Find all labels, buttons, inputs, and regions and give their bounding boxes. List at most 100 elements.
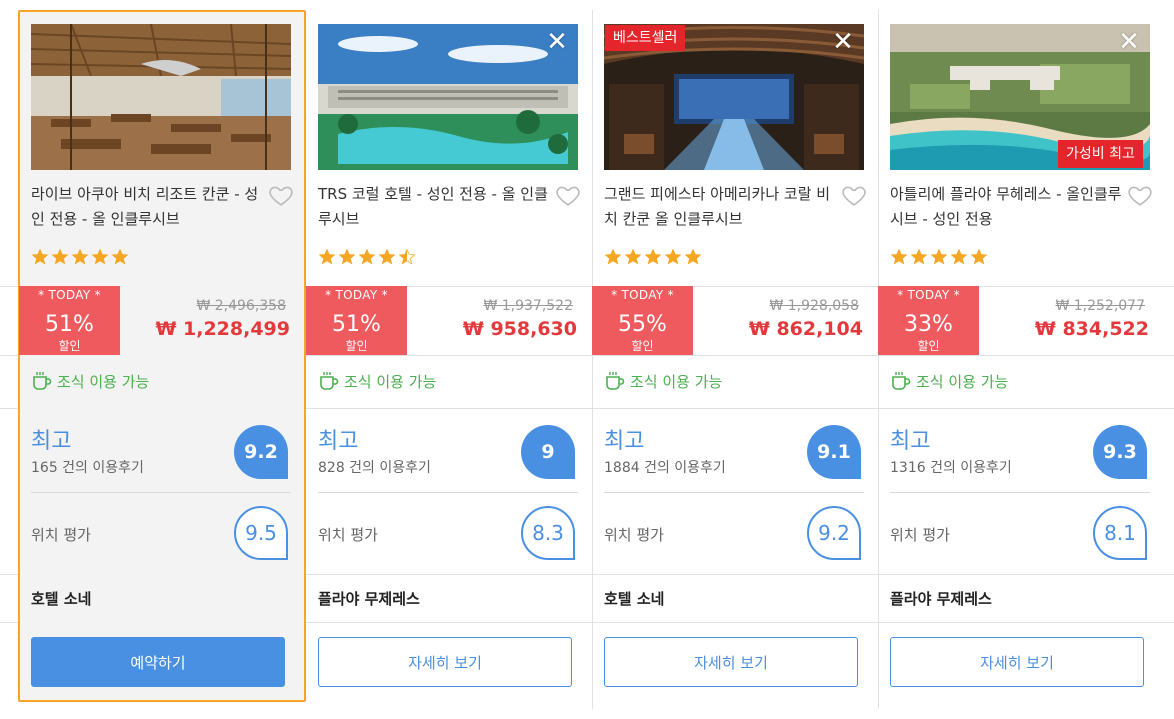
hotel-photo[interactable]	[318, 24, 578, 170]
original-price: ₩ 1,928,058	[769, 298, 859, 314]
heart-icon[interactable]	[555, 182, 581, 208]
star-icon	[91, 248, 109, 265]
star-icon	[111, 248, 129, 265]
location-label: 위치 평가	[318, 526, 378, 544]
rating-word[interactable]: 최고	[31, 423, 71, 455]
location-score-badge: 9.5	[233, 505, 289, 561]
location-score-value: 8.1	[1104, 521, 1136, 545]
discount-label: 할인	[345, 339, 368, 353]
star-icon	[338, 248, 356, 265]
hotel-name[interactable]: 라이브 아쿠아 비치 리조트 칸쿤 - 성인 전용 - 올 인클루시브	[31, 182, 263, 232]
review-count[interactable]: 828 건의 이용후기	[318, 457, 431, 477]
heart-icon[interactable]	[841, 182, 867, 208]
star-rating	[604, 248, 702, 270]
deal-badge: * TODAY * 55% 할인	[592, 286, 693, 355]
star-icon	[318, 248, 336, 265]
area-name: 호텔 소네	[31, 590, 92, 608]
rating-word[interactable]: 최고	[890, 423, 930, 455]
deal-tag: * TODAY *	[897, 288, 960, 302]
coffee-cup-icon	[31, 371, 53, 391]
discount-percent: 33%	[904, 312, 953, 337]
hotel-name[interactable]: 그랜드 피에스타 아메리카나 코랄 비치 칸쿤 올 인클루시브	[604, 182, 836, 232]
book-button[interactable]: 예약하기	[31, 637, 285, 687]
hotel-comparison: 라이브 아쿠아 비치 리조트 칸쿤 - 성인 전용 - 올 인클루시브 * TO…	[0, 0, 1174, 719]
sale-price: ₩ 958,630	[462, 318, 577, 340]
location-label: 위치 평가	[604, 526, 664, 544]
deal-tag: * TODAY *	[611, 288, 674, 302]
star-icon	[930, 248, 948, 265]
heart-icon[interactable]	[1127, 182, 1153, 208]
hotel-photo[interactable]	[31, 24, 291, 170]
score-value: 9	[541, 441, 555, 463]
star-icon	[970, 248, 988, 265]
area-name: 플라야 무제레스	[890, 590, 992, 608]
star-icon	[398, 248, 416, 265]
details-button[interactable]: 자세히 보기	[890, 637, 1144, 687]
close-icon[interactable]: ✕	[831, 29, 855, 55]
score-value: 9.1	[817, 441, 851, 463]
breakfast-info: 조식 이용 가능	[890, 368, 1008, 394]
star-icon	[604, 248, 622, 265]
discount-percent: 55%	[618, 312, 667, 337]
breakfast-info: 조식 이용 가능	[31, 368, 149, 394]
rating-word[interactable]: 최고	[318, 423, 358, 455]
star-icon	[378, 248, 396, 265]
coffee-cup-icon	[604, 371, 626, 391]
details-button[interactable]: 자세히 보기	[318, 637, 572, 687]
star-icon	[71, 248, 89, 265]
hotel-card[interactable]: 베스트셀러 ✕ 그랜드 피에스타 아메리카나 코랄 비치 칸쿤 올 인클루시브 …	[592, 0, 878, 719]
heart-icon[interactable]	[268, 182, 294, 208]
column-divider	[592, 10, 593, 709]
details-button[interactable]: 자세히 보기	[604, 637, 858, 687]
breakfast-label: 조식 이용 가능	[344, 372, 437, 391]
discount-label: 할인	[631, 339, 654, 353]
hotel-name[interactable]: TRS 코럴 호텔 - 성인 전용 - 올 인클루시브	[318, 182, 550, 232]
area-name: 플라야 무제레스	[318, 590, 420, 608]
score-badge: 9	[520, 424, 576, 480]
discount-label: 할인	[917, 339, 940, 353]
score-value: 9.3	[1103, 441, 1137, 463]
coffee-cup-icon	[890, 371, 912, 391]
score-badge: 9.2	[233, 424, 289, 480]
review-count[interactable]: 1884 건의 이용후기	[604, 457, 726, 477]
star-icon	[51, 248, 69, 265]
close-icon[interactable]: ✕	[545, 29, 569, 55]
area-name: 호텔 소네	[604, 590, 665, 608]
original-price: ₩ 2,496,358	[196, 298, 286, 314]
divider	[890, 492, 1150, 493]
discount-percent: 51%	[332, 312, 381, 337]
discount-label: 할인	[58, 339, 81, 353]
rating-word[interactable]: 최고	[604, 423, 644, 455]
deal-tag: * TODAY *	[38, 288, 101, 302]
breakfast-label: 조식 이용 가능	[57, 372, 150, 391]
star-icon	[664, 248, 682, 265]
hotel-name[interactable]: 아틀리에 플라야 무헤레스 - 올인클루시브 - 성인 전용	[890, 182, 1122, 232]
column-divider	[878, 10, 879, 709]
divider	[31, 492, 291, 493]
location-label: 위치 평가	[890, 526, 950, 544]
breakfast-info: 조식 이용 가능	[318, 368, 436, 394]
breakfast-info: 조식 이용 가능	[604, 368, 722, 394]
review-count[interactable]: 165 건의 이용후기	[31, 457, 144, 477]
deal-badge: * TODAY * 51% 할인	[306, 286, 407, 355]
close-icon[interactable]: ✕	[1117, 29, 1141, 55]
location-score-value: 9.2	[818, 521, 850, 545]
hotel-card[interactable]: 가성비 최고 ✕ 아틀리에 플라야 무헤레스 - 올인클루시브 - 성인 전용 …	[878, 0, 1164, 719]
sale-price: ₩ 834,522	[1034, 318, 1149, 340]
star-rating	[31, 248, 129, 270]
star-icon	[624, 248, 642, 265]
star-icon	[31, 248, 49, 265]
deal-badge: * TODAY * 51% 할인	[19, 286, 120, 355]
star-icon	[684, 248, 702, 265]
location-label: 위치 평가	[31, 526, 91, 544]
star-icon	[950, 248, 968, 265]
coffee-cup-icon	[318, 371, 340, 391]
review-count[interactable]: 1316 건의 이용후기	[890, 457, 1012, 477]
discount-percent: 51%	[45, 312, 94, 337]
deal-badge: * TODAY * 33% 할인	[878, 286, 979, 355]
location-score-badge: 9.2	[806, 505, 862, 561]
star-rating	[318, 248, 416, 270]
hotel-card[interactable]: ✕ TRS 코럴 호텔 - 성인 전용 - 올 인클루시브 * TODAY * …	[306, 0, 592, 719]
hotel-card[interactable]: 라이브 아쿠아 비치 리조트 칸쿤 - 성인 전용 - 올 인클루시브 * TO…	[0, 0, 306, 719]
score-value: 9.2	[244, 441, 278, 463]
